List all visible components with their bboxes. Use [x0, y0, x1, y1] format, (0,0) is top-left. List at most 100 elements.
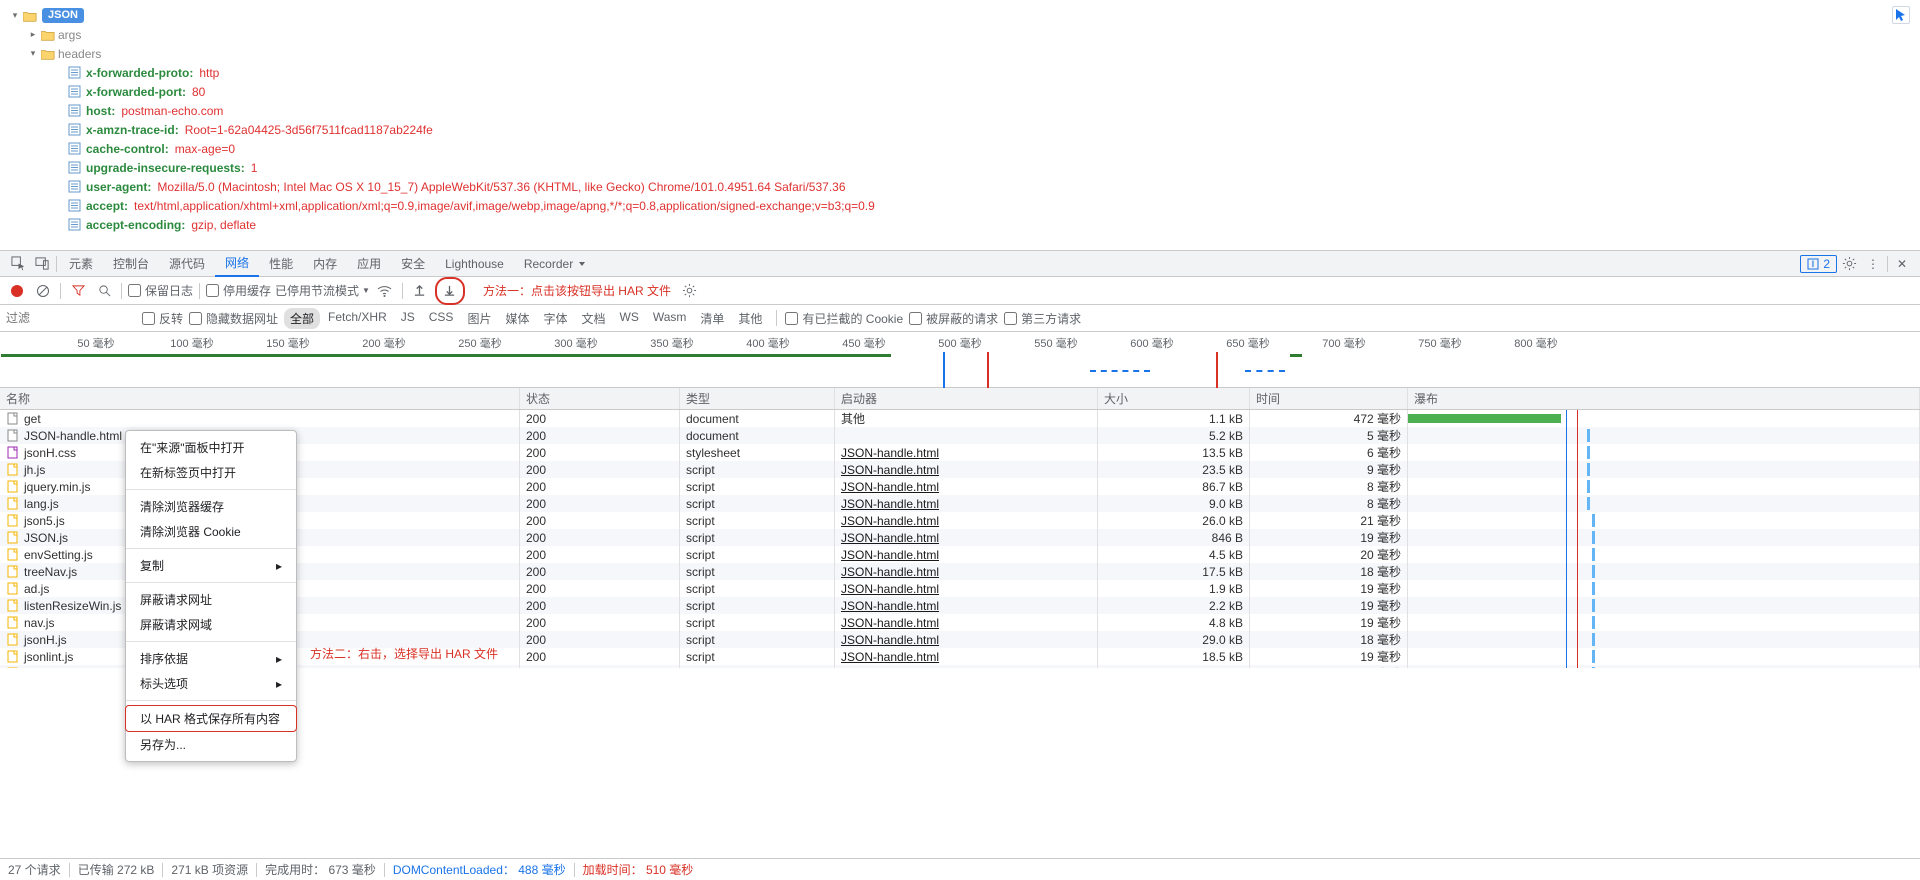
ctx-clear-cookie[interactable]: 清除浏览器 Cookie: [126, 519, 296, 544]
ctx-block-url[interactable]: 屏蔽请求网址: [126, 587, 296, 612]
initiator-link[interactable]: JSON-handle.html: [841, 616, 939, 630]
inspect-icon[interactable]: [6, 252, 30, 276]
tree-item[interactable]: host :postman-echo.com: [10, 101, 1910, 120]
timeline-overview[interactable]: 50 毫秒100 毫秒150 毫秒200 毫秒250 毫秒300 毫秒350 毫…: [0, 332, 1920, 388]
tree-item[interactable]: accept :text/html,application/xhtml+xml,…: [10, 196, 1910, 215]
tab[interactable]: Recorder: [514, 250, 583, 277]
initiator-link[interactable]: JSON-handle.html: [841, 582, 939, 596]
close-icon[interactable]: ✕: [1890, 252, 1914, 276]
initiator-link[interactable]: JSON-handle.html: [841, 667, 939, 669]
tab[interactable]: 安全: [391, 250, 435, 277]
wifi-icon[interactable]: [374, 280, 396, 302]
blocked-cookies-checkbox[interactable]: 有已拦截的 Cookie: [785, 310, 903, 327]
ctx-block-domain[interactable]: 屏蔽请求网域: [126, 612, 296, 637]
tab[interactable]: 应用: [347, 250, 391, 277]
tree-item[interactable]: x-forwarded-proto :http: [10, 63, 1910, 82]
file-type-icon: [6, 412, 19, 425]
tree-item[interactable]: cache-control :max-age=0: [10, 139, 1910, 158]
filter-tag[interactable]: 清单: [694, 308, 730, 329]
headers-node[interactable]: headers: [58, 47, 101, 61]
ctx-copy[interactable]: 复制▸: [126, 553, 296, 578]
tree-item[interactable]: x-forwarded-port :80: [10, 82, 1910, 101]
filter-icon[interactable]: [67, 280, 89, 302]
tab[interactable]: 网络: [215, 250, 259, 277]
filter-tag[interactable]: 其他: [732, 308, 768, 329]
initiator-link[interactable]: JSON-handle.html: [841, 633, 939, 647]
col-initiator[interactable]: 启动器: [835, 388, 1098, 409]
filter-tag[interactable]: 全部: [284, 308, 320, 329]
expand-icon[interactable]: ▸: [28, 30, 38, 40]
col-time[interactable]: 时间: [1250, 388, 1408, 409]
col-size[interactable]: 大小: [1098, 388, 1250, 409]
collapse-icon[interactable]: ▾: [28, 49, 38, 59]
hide-data-checkbox[interactable]: 隐藏数据网址: [189, 310, 278, 327]
tree-item[interactable]: accept-encoding :gzip, deflate: [10, 215, 1910, 234]
initiator-link[interactable]: JSON-handle.html: [841, 497, 939, 511]
initiator-link[interactable]: JSON-handle.html: [841, 565, 939, 579]
tab[interactable]: 元素: [59, 250, 103, 277]
tab[interactable]: 源代码: [159, 250, 215, 277]
search-icon[interactable]: [93, 280, 115, 302]
filter-tag[interactable]: 字体: [537, 308, 573, 329]
collapse-icon[interactable]: ▾: [10, 11, 20, 21]
tab[interactable]: 控制台: [103, 250, 159, 277]
initiator-link[interactable]: JSON-handle.html: [841, 531, 939, 545]
filter-tag[interactable]: 图片: [461, 308, 497, 329]
tree-item[interactable]: user-agent :Mozilla/5.0 (Macintosh; Inte…: [10, 177, 1910, 196]
device-icon[interactable]: [30, 252, 54, 276]
timeline-tick: 150 毫秒: [266, 335, 309, 351]
filter-tag[interactable]: Fetch/XHR: [322, 308, 393, 329]
tab[interactable]: 性能: [259, 250, 303, 277]
initiator-link[interactable]: JSON-handle.html: [841, 446, 939, 460]
ctx-sort-by[interactable]: 排序依据▸: [126, 646, 296, 671]
filter-tag[interactable]: 文档: [575, 308, 611, 329]
tree-item[interactable]: x-amzn-trace-id :Root=1-62a04425-3d56f75…: [10, 120, 1910, 139]
filter-input[interactable]: [6, 311, 136, 325]
issues-badge[interactable]: i 2: [1800, 255, 1837, 273]
initiator-link[interactable]: JSON-handle.html: [841, 514, 939, 528]
tree-item[interactable]: upgrade-insecure-requests :1: [10, 158, 1910, 177]
tab[interactable]: Lighthouse: [435, 250, 514, 277]
table-row[interactable]: get200document其他1.1 kB472 毫秒: [0, 410, 1920, 427]
disable-cache-checkbox[interactable]: 停用缓存: [206, 282, 271, 299]
initiator-link[interactable]: JSON-handle.html: [841, 480, 939, 494]
ctx-save-as[interactable]: 另存为...: [126, 732, 296, 757]
record-button[interactable]: [6, 280, 28, 302]
pointer-icon[interactable]: [1892, 6, 1910, 24]
col-name[interactable]: 名称: [0, 388, 520, 409]
ctx-header-opts[interactable]: 标头选项▸: [126, 671, 296, 696]
gear-icon[interactable]: [679, 280, 701, 302]
invert-checkbox[interactable]: 反转: [142, 310, 183, 327]
ctx-open-sources[interactable]: 在"来源"面板中打开: [126, 435, 296, 460]
initiator-link[interactable]: JSON-handle.html: [841, 599, 939, 613]
gear-icon[interactable]: [1837, 252, 1861, 276]
json-root-badge[interactable]: JSON: [42, 8, 84, 23]
filter-tag[interactable]: JS: [395, 308, 421, 329]
filter-tag[interactable]: WS: [614, 308, 645, 329]
args-node[interactable]: args: [58, 28, 81, 42]
col-type[interactable]: 类型: [680, 388, 835, 409]
upload-icon[interactable]: [409, 280, 431, 302]
more-icon[interactable]: ⋮: [1861, 252, 1885, 276]
ctx-open-new-tab[interactable]: 在新标签页中打开: [126, 460, 296, 485]
filter-tag[interactable]: CSS: [423, 308, 460, 329]
tab[interactable]: 内存: [303, 250, 347, 277]
download-har-button[interactable]: [439, 280, 461, 302]
initiator-link[interactable]: JSON-handle.html: [841, 548, 939, 562]
initiator-link[interactable]: JSON-handle.html: [841, 463, 939, 477]
timeline-tick: 100 毫秒: [170, 335, 213, 351]
ctx-save-har[interactable]: 以 HAR 格式保存所有内容: [126, 706, 296, 731]
folder-open-icon: [41, 48, 55, 60]
preserve-log-checkbox[interactable]: 保留日志: [128, 282, 193, 299]
file-icon: [68, 123, 82, 137]
ctx-clear-cache[interactable]: 清除浏览器缓存: [126, 494, 296, 519]
col-status[interactable]: 状态: [520, 388, 680, 409]
blocked-req-checkbox[interactable]: 被屏蔽的请求: [909, 310, 998, 327]
filter-tag[interactable]: 媒体: [499, 308, 535, 329]
throttle-dropdown[interactable]: 已停用节流模式▼: [275, 282, 370, 299]
third-party-checkbox[interactable]: 第三方请求: [1004, 310, 1081, 327]
col-waterfall[interactable]: 瀑布: [1408, 388, 1920, 409]
filter-tag[interactable]: Wasm: [647, 308, 693, 329]
initiator-link[interactable]: JSON-handle.html: [841, 650, 939, 664]
clear-button[interactable]: [32, 280, 54, 302]
